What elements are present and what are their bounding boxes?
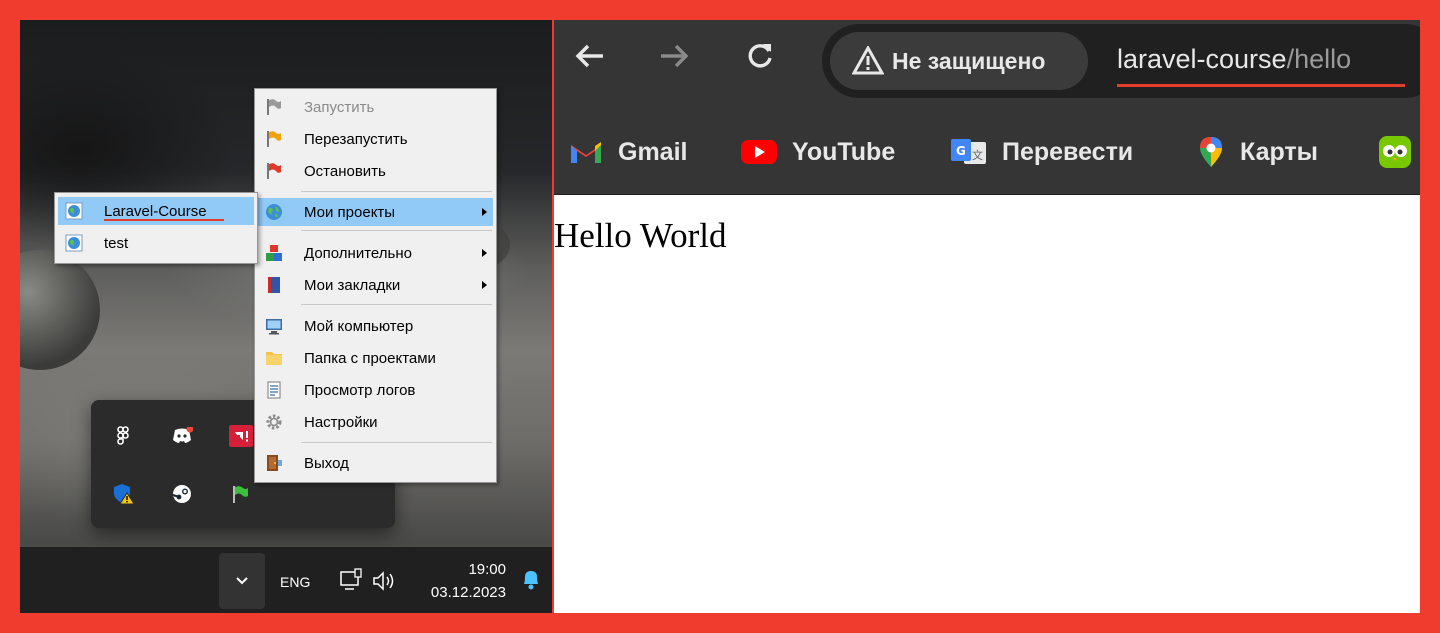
desktop: Запустить Перезапустить Остановить Мои п… [20,20,552,613]
google-maps-icon [1200,137,1222,167]
bookmark-youtube[interactable]: YouTube [740,135,895,169]
computer-icon [265,317,283,335]
address-bar[interactable]: Не защищено laravel-course/hello [822,24,1420,98]
bookmark-translate[interactable]: G文 Перевести [950,135,1133,169]
submenu-arrow-icon [482,208,487,216]
clock-time[interactable]: 19:00 [468,561,506,578]
menu-separator [301,304,492,305]
steam-icon[interactable] [171,483,193,505]
globe-page-icon [65,202,83,220]
bookmark-duolingo[interactable] [1378,135,1412,169]
my-projects-submenu: Laravel-Course test [54,192,258,264]
browser-window: Не защищено laravel-course/hello Gmail Y… [554,20,1420,613]
youtube-icon [741,140,777,164]
notification-bell-icon[interactable] [520,567,542,593]
menu-item-start[interactable]: Запустить [258,93,493,121]
page-body-text: Hello World [554,216,727,255]
menu-item-my-projects[interactable]: Мои проекты [258,198,493,226]
globe-icon [265,203,283,221]
wallpaper-rock [20,250,100,370]
forward-button[interactable] [656,38,692,74]
globe-page-icon [65,234,83,252]
project-item-test[interactable]: test [58,229,254,257]
gray-flag-icon [265,98,283,116]
reload-button[interactable] [742,38,778,74]
menu-item-projects-folder[interactable]: Папка с проектами [258,344,493,372]
volume-icon[interactable] [372,570,398,592]
menu-item-stop[interactable]: Остановить [258,157,493,185]
openserver-flag-icon[interactable] [229,483,251,505]
chevron-up-icon [236,577,248,585]
network-icon[interactable] [338,568,364,592]
duolingo-icon [1379,136,1411,168]
menu-separator [301,191,492,192]
book-icon [265,276,283,294]
amd-icon[interactable] [229,425,253,447]
google-translate-icon: G文 [951,139,986,164]
door-icon [265,454,283,472]
menu-separator [301,442,492,443]
discord-icon[interactable] [171,425,193,447]
annotation-underline [104,219,224,221]
menu-item-exit[interactable]: Выход [258,449,493,477]
menu-separator [301,230,492,231]
menu-item-my-computer[interactable]: Мой компьютер [258,312,493,340]
warning-triangle-icon [852,46,884,75]
menu-item-bookmarks[interactable]: Мои закладки [258,271,493,299]
bookmarks-bar: Gmail YouTube G文 Перевести Карты [554,107,1420,195]
arrow-left-icon [575,44,603,68]
log-icon [265,381,283,399]
orange-flag-icon [265,130,283,148]
menu-item-view-logs[interactable]: Просмотр логов [258,376,493,404]
red-flag-icon [265,162,283,180]
bookmark-gmail[interactable]: Gmail [568,135,687,169]
back-button[interactable] [572,38,608,74]
taskbar: ENG 19:00 03.12.2023 [20,547,552,613]
gear-icon [265,413,283,431]
menu-item-settings[interactable]: Настройки [258,408,493,436]
svg-text:文: 文 [972,148,983,162]
security-indicator[interactable]: Не защищено [830,32,1088,90]
gmail-icon [571,142,601,163]
openserver-context-menu: Запустить Перезапустить Остановить Мои п… [254,88,497,483]
folder-icon [265,349,283,367]
clock-date[interactable]: 03.12.2023 [431,584,506,601]
windows-security-icon[interactable] [113,483,135,505]
arrow-right-icon [661,44,689,68]
submenu-arrow-icon [482,281,487,289]
menu-item-advanced[interactable]: Дополнительно [258,239,493,267]
figma-icon[interactable] [113,425,135,447]
show-hidden-icons-button[interactable] [219,553,265,609]
annotation-underline [1117,84,1405,87]
reload-icon [748,44,772,68]
browser-toolbar: Не защищено laravel-course/hello [554,20,1420,107]
svg-text:G: G [956,144,966,158]
submenu-arrow-icon [482,249,487,257]
language-indicator[interactable]: ENG [280,574,310,590]
blocks-icon [265,244,283,262]
url-text[interactable]: laravel-course/hello [1117,44,1351,75]
menu-item-restart[interactable]: Перезапустить [258,125,493,153]
bookmark-maps[interactable]: Карты [1196,135,1318,169]
